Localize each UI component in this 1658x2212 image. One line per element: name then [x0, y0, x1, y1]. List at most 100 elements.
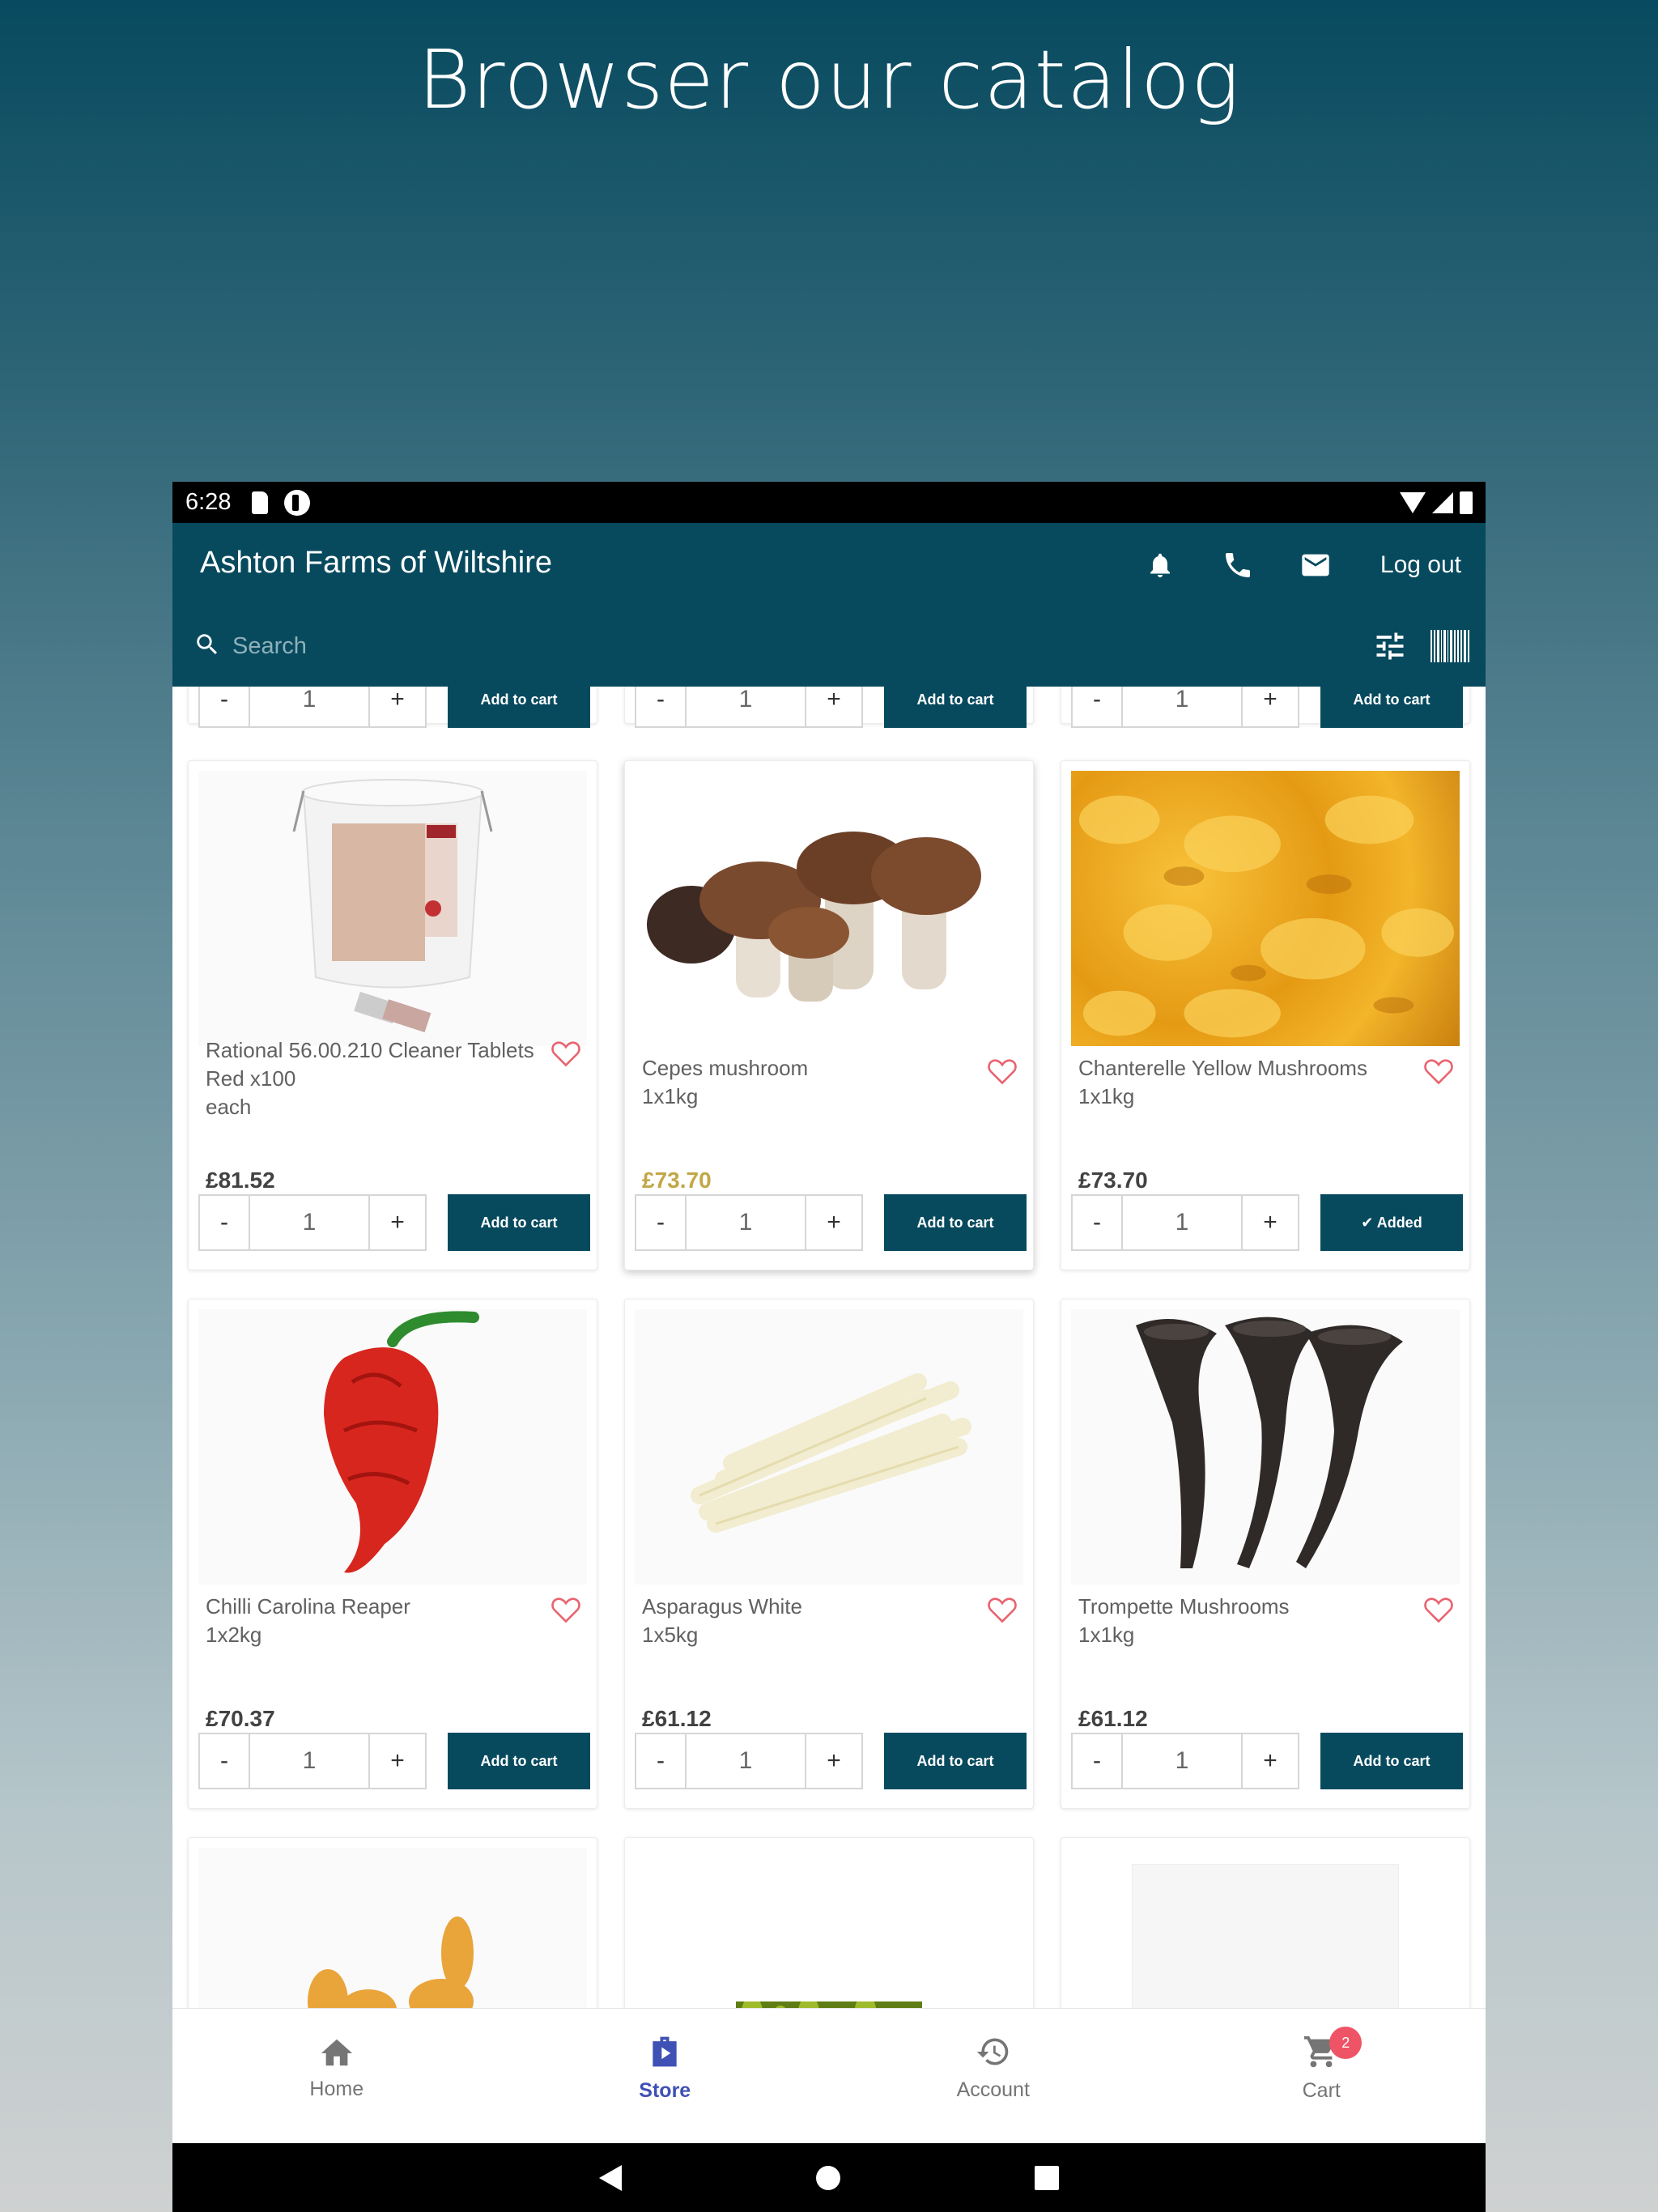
increase-qty-button[interactable]: + [805, 687, 861, 726]
add-to-cart-button[interactable]: Add to cart [884, 1194, 1027, 1251]
product-image-trompette[interactable] [1071, 1309, 1460, 1585]
product-name[interactable]: Trompette Mushrooms 1x1kg [1078, 1593, 1413, 1649]
decrease-qty-button[interactable]: - [200, 687, 250, 726]
decrease-qty-button[interactable]: - [636, 687, 687, 726]
email-icon[interactable] [1293, 539, 1338, 591]
increase-qty-button[interactable]: + [368, 1734, 425, 1788]
phone-icon[interactable] [1215, 539, 1261, 591]
barcode-scan-icon[interactable] [1431, 630, 1470, 662]
add-to-cart-button[interactable]: Add to cart [448, 1194, 590, 1251]
app-title: Ashton Farms of Wiltshire [200, 546, 552, 580]
favorite-heart-icon[interactable] [986, 1594, 1018, 1623]
filter-sliders-icon[interactable] [1372, 628, 1408, 664]
product-image-girolles[interactable] [198, 1848, 587, 2008]
product-unit: 1x1kg [1078, 1084, 1135, 1108]
decrease-qty-button[interactable]: - [200, 1734, 250, 1788]
qty-value[interactable]: 1 [1123, 687, 1241, 726]
add-to-cart-button[interactable]: Add to cart [884, 1733, 1027, 1789]
logout-button[interactable]: Log out [1380, 551, 1461, 579]
nav-store[interactable]: Store [501, 2009, 830, 2143]
favorite-heart-icon[interactable] [1422, 1594, 1455, 1623]
qty-value[interactable]: 1 [687, 1196, 805, 1249]
favorite-heart-icon[interactable] [550, 1594, 582, 1623]
bell-icon[interactable] [1137, 539, 1183, 591]
added-to-cart-button[interactable]: ✔ Added [1320, 1194, 1463, 1251]
decrease-qty-button[interactable]: - [636, 1734, 687, 1788]
product-price: £61.12 [1078, 1706, 1148, 1731]
add-to-cart-button[interactable]: Add to cart [448, 687, 590, 728]
increase-qty-button[interactable]: + [1241, 1734, 1298, 1788]
product-image-white-asparagus[interactable] [635, 1309, 1023, 1585]
decrease-qty-button[interactable]: - [1073, 687, 1123, 726]
decrease-qty-button[interactable]: - [1073, 1196, 1123, 1249]
nav-account[interactable]: Account [829, 2009, 1158, 2143]
nav-home[interactable]: Home [172, 2009, 501, 2143]
nav-cart-label: Cart [1302, 2079, 1341, 2102]
product-unit: each [206, 1095, 252, 1119]
history-icon [976, 2034, 1011, 2074]
add-to-cart-button[interactable]: Add to cart [884, 687, 1027, 728]
system-navigation-bar [172, 2143, 1486, 2212]
cart-count-badge: 2 [1329, 2027, 1363, 2059]
increase-qty-button[interactable]: + [368, 1196, 425, 1249]
add-to-cart-button[interactable]: Add to cart [1320, 687, 1463, 728]
product-image-cleaner-tablets[interactable] [198, 771, 587, 1046]
increase-qty-button[interactable]: + [368, 687, 425, 726]
quantity-stepper: - 1 + [635, 1733, 863, 1789]
favorite-heart-icon[interactable] [550, 1038, 582, 1067]
nav-cart[interactable]: 2 Cart [1158, 2009, 1486, 2143]
add-to-cart-button[interactable]: Add to cart [1320, 1733, 1463, 1789]
wifi-icon [1400, 491, 1426, 513]
app-bar: Ashton Farms of Wiltshire Log out [172, 523, 1486, 687]
product-image-carolina-reaper[interactable] [198, 1309, 587, 1585]
product-card[interactable] [624, 1837, 1034, 2008]
product-name[interactable]: Chilli Carolina Reaper 1x2kg [206, 1593, 540, 1649]
product-image-chanterelle[interactable] [1071, 771, 1460, 1046]
decrease-qty-button[interactable]: - [1073, 1734, 1123, 1788]
increase-qty-button[interactable]: + [1241, 1196, 1298, 1249]
increase-qty-button[interactable]: + [805, 1734, 861, 1788]
product-image-placeholder[interactable] [1071, 1848, 1460, 2008]
product-card[interactable] [188, 1837, 597, 2008]
decrease-qty-button[interactable]: - [200, 1196, 250, 1249]
sd-card-icon [252, 491, 269, 514]
product-card[interactable]: Chanterelle Yellow Mushrooms 1x1kg £73.7… [1061, 760, 1470, 1270]
back-icon[interactable] [599, 2164, 622, 2191]
increase-qty-button[interactable]: + [1241, 687, 1298, 726]
product-name[interactable]: Cepes mushroom 1x1kg [642, 1054, 976, 1111]
product-card[interactable] [1061, 1837, 1470, 2008]
product-name[interactable]: Asparagus White 1x5kg [642, 1593, 976, 1649]
product-card: - 1 + Add to cart [624, 687, 1034, 728]
add-to-cart-button[interactable]: Add to cart [448, 1733, 590, 1789]
product-card[interactable]: Chilli Carolina Reaper 1x2kg £70.37 - 1 … [188, 1299, 597, 1809]
product-card[interactable]: Rational 56.00.210 Cleaner Tablets Red x… [188, 760, 597, 1270]
qty-value[interactable]: 1 [1123, 1196, 1241, 1249]
qty-value[interactable]: 1 [250, 1196, 368, 1249]
product-name[interactable]: Rational 56.00.210 Cleaner Tablets Red x… [206, 1036, 540, 1121]
favorite-heart-icon[interactable] [986, 1056, 1018, 1085]
decrease-qty-button[interactable]: - [636, 1196, 687, 1249]
product-card[interactable]: Asparagus White 1x5kg £61.12 - 1 + Add t… [624, 1299, 1034, 1809]
nav-home-label: Home [309, 2078, 364, 2100]
notification-app-icon [284, 489, 311, 516]
product-image-cepes[interactable] [635, 771, 1023, 1046]
increase-qty-button[interactable]: + [805, 1196, 861, 1249]
product-grid[interactable]: - 1 + Add to cart - 1 + Add to cart - 1 … [172, 687, 1486, 2008]
product-card[interactable]: Trompette Mushrooms 1x1kg £61.12 - 1 + A… [1061, 1299, 1470, 1809]
product-image-green-olives[interactable] [635, 1848, 1023, 2008]
recents-icon[interactable] [1035, 2165, 1059, 2190]
favorite-heart-icon[interactable] [1422, 1056, 1455, 1085]
search-icon [193, 631, 221, 662]
qty-value[interactable]: 1 [250, 687, 368, 726]
qty-value[interactable]: 1 [250, 1734, 368, 1788]
qty-value[interactable]: 1 [687, 687, 805, 726]
bottom-navigation: Home Store Account 2 Cart [172, 2008, 1486, 2143]
quantity-stepper: - 1 + [198, 1194, 427, 1251]
product-card[interactable]: Cepes mushroom 1x1kg £73.70 - 1 + Add to… [624, 760, 1034, 1270]
qty-value[interactable]: 1 [1123, 1734, 1241, 1788]
qty-value[interactable]: 1 [687, 1734, 805, 1788]
home-button-icon[interactable] [816, 2165, 840, 2190]
search-input[interactable] [232, 632, 1372, 660]
product-price: £81.52 [206, 1168, 275, 1193]
product-name[interactable]: Chanterelle Yellow Mushrooms 1x1kg [1078, 1054, 1413, 1111]
